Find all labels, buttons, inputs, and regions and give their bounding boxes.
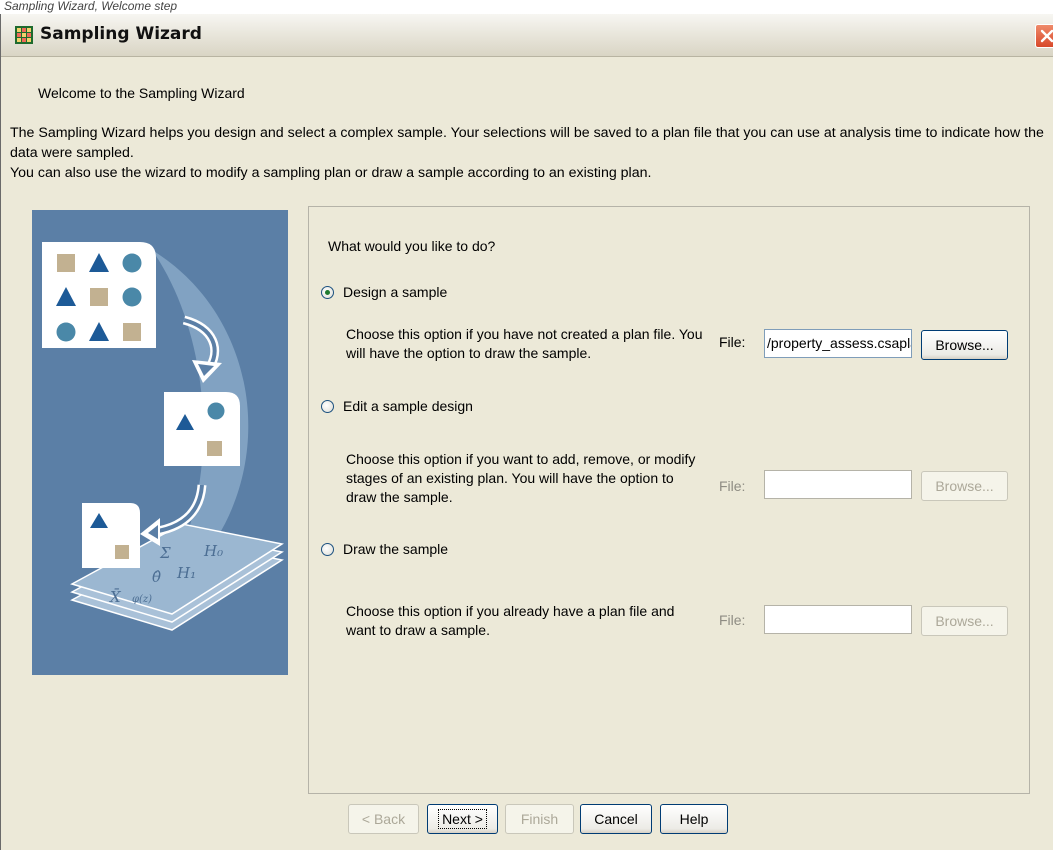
spreadsheet-app-icon bbox=[15, 26, 33, 44]
design-sample-label: Design a sample bbox=[343, 284, 448, 300]
wizard-illustration: Σ H₀ θ̂ H₁ X̄ φ(z) bbox=[32, 210, 288, 675]
edit-design-label: Edit a sample design bbox=[343, 398, 473, 414]
stage-two-card bbox=[82, 503, 140, 568]
edit-design-option[interactable]: Edit a sample design bbox=[321, 398, 473, 414]
next-button-label: Next > bbox=[438, 809, 487, 829]
formula-sigma: Σ bbox=[159, 544, 171, 562]
help-button[interactable]: Help bbox=[660, 804, 728, 834]
draw-file-input[interactable] bbox=[764, 605, 912, 634]
intro-line-1: The Sampling Wizard helps you design and… bbox=[10, 125, 1044, 161]
question-text: What would you like to do? bbox=[328, 238, 496, 254]
window-title: Sampling Wizard bbox=[40, 24, 202, 44]
close-button[interactable] bbox=[1035, 24, 1053, 48]
edit-file-label: File: bbox=[719, 478, 746, 494]
design-sample-description: Choose this option if you have not creat… bbox=[346, 326, 703, 361]
draw-browse-button[interactable]: Browse... bbox=[921, 606, 1008, 636]
finish-button[interactable]: Finish bbox=[505, 804, 574, 834]
design-file-label: File: bbox=[719, 334, 746, 350]
draw-file-label: File: bbox=[719, 612, 746, 628]
intro-line-2: You can also use the wizard to modify a … bbox=[10, 165, 652, 181]
draw-sample-label: Draw the sample bbox=[343, 541, 449, 557]
intro-text: The Sampling Wizard helps you design and… bbox=[10, 123, 1050, 183]
formula-h0: H₀ bbox=[203, 542, 223, 560]
title-bar[interactable]: Sampling Wizard bbox=[1, 14, 1053, 57]
design-sample-option[interactable]: Design a sample bbox=[321, 284, 447, 300]
welcome-heading: Welcome to the Sampling Wizard bbox=[38, 85, 245, 101]
sampling-wizard-window: Sampling Wizard Welcome to the Sampling … bbox=[0, 14, 1053, 850]
design-sample-radio[interactable] bbox=[321, 285, 334, 299]
formula-theta: θ̂ bbox=[152, 568, 161, 586]
design-file-input[interactable]: /property_assess.csaplan bbox=[764, 329, 912, 358]
design-browse-button[interactable]: Browse... bbox=[921, 330, 1008, 360]
draw-sample-radio[interactable] bbox=[321, 542, 334, 556]
close-icon bbox=[1040, 29, 1053, 43]
cancel-button[interactable]: Cancel bbox=[580, 804, 652, 834]
back-button[interactable]: < Back bbox=[348, 804, 419, 834]
edit-file-input[interactable] bbox=[764, 470, 912, 499]
formula-h1: H₁ bbox=[176, 564, 196, 582]
next-button[interactable]: Next > bbox=[427, 804, 498, 834]
population-card bbox=[42, 242, 156, 348]
edit-design-description: Choose this option if you want to add, r… bbox=[346, 451, 696, 505]
edit-browse-button[interactable]: Browse... bbox=[921, 471, 1008, 501]
formula-xbar: X̄ bbox=[109, 588, 122, 606]
stage-one-card bbox=[164, 392, 240, 466]
image-caption: Sampling Wizard, Welcome step bbox=[4, 0, 178, 13]
draw-sample-description: Choose this option if you already have a… bbox=[346, 603, 675, 638]
edit-design-radio[interactable] bbox=[321, 399, 334, 413]
draw-sample-option[interactable]: Draw the sample bbox=[321, 541, 448, 557]
formula-phi: φ(z) bbox=[132, 594, 152, 605]
